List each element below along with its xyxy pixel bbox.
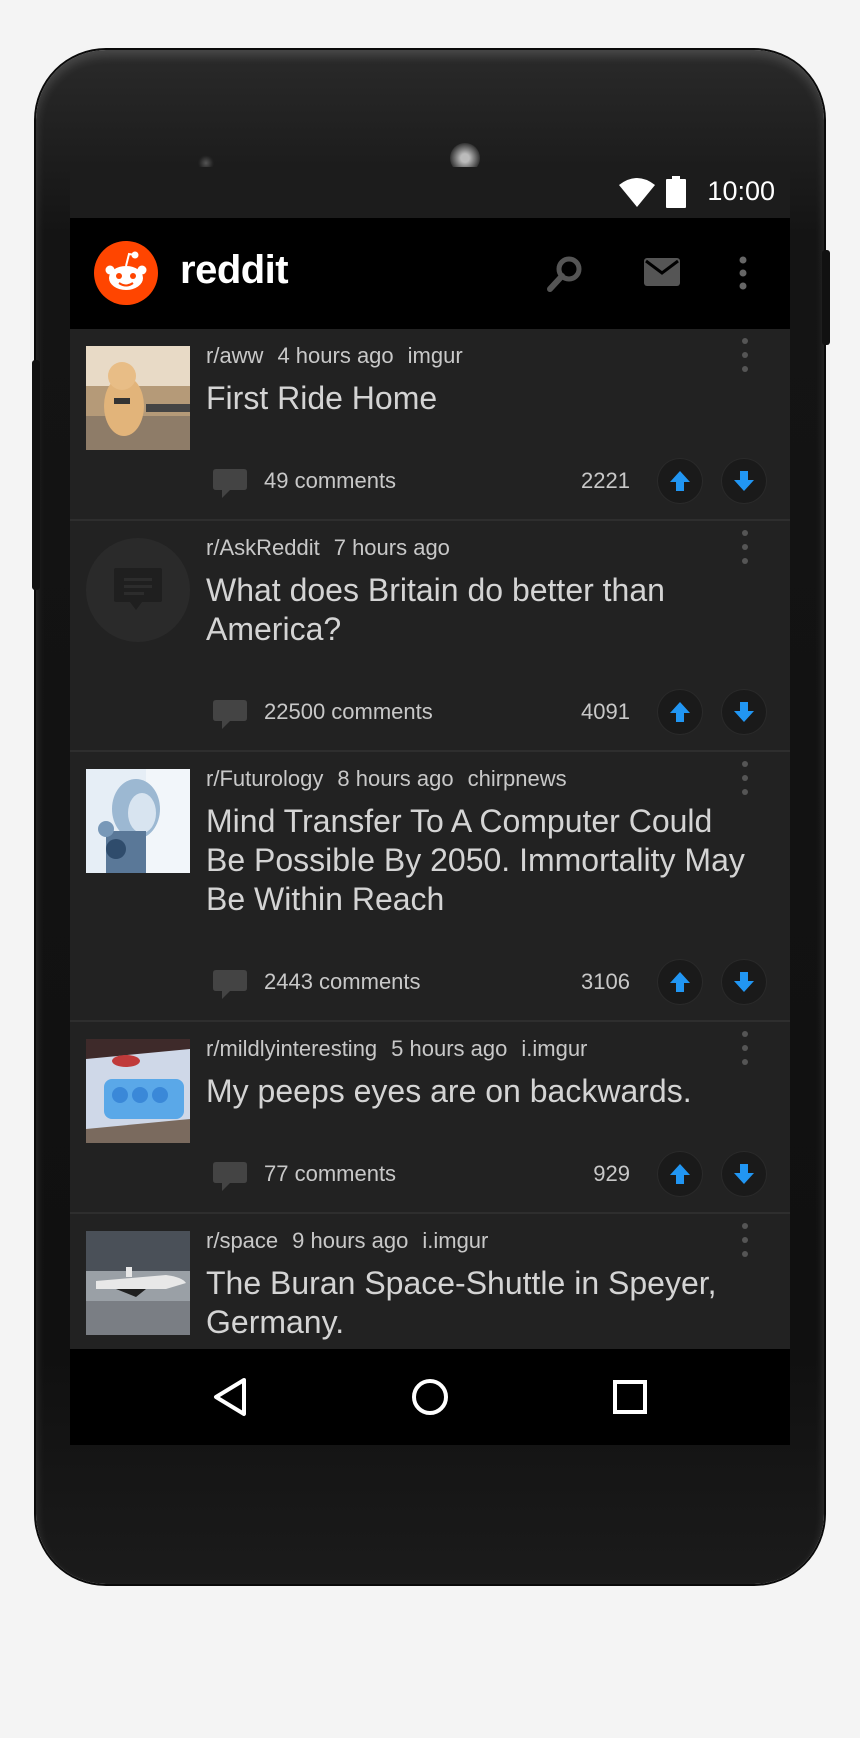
post-title[interactable]: Mind Transfer To A Computer Could Be Pos… (206, 802, 746, 919)
post-thumbnail[interactable] (86, 1231, 190, 1335)
post-actions: 2443 comments 3106 (206, 958, 766, 1006)
post-card[interactable]: r/Futurology 8 hours ago chirpnews Mind Tr… (70, 752, 790, 1022)
arrow-down-icon (734, 702, 754, 722)
post-actions: 22500 comments 4091 (206, 688, 766, 736)
post-subreddit[interactable]: r/space (206, 1228, 278, 1253)
post-card[interactable]: r/mildlyinteresting 5 hours ago i.imgur My… (70, 1022, 790, 1214)
post-meta: r/aww 4 hours ago imgur (206, 343, 477, 369)
post-meta: r/mildlyinteresting 5 hours ago i.imgur (206, 1036, 601, 1062)
post-more-icon[interactable] (740, 1222, 750, 1258)
battery-icon (666, 176, 686, 208)
post-title[interactable]: What does Britain do better than America… (206, 571, 746, 649)
post-domain: i.imgur (521, 1036, 588, 1061)
system-nav-bar (70, 1349, 790, 1445)
app-title: reddit (180, 248, 289, 292)
post-meta: r/AskReddit 7 hours ago (206, 535, 478, 561)
downvote-button[interactable] (722, 690, 766, 734)
post-meta: r/Futurology 8 hours ago chirpnews (206, 766, 581, 792)
post-more-icon[interactable] (740, 337, 750, 373)
post-score: 3106 (581, 969, 630, 994)
comments-count[interactable]: 22500 comments (264, 699, 433, 725)
downvote-button[interactable] (722, 459, 766, 503)
comment-icon[interactable] (212, 968, 248, 1000)
wifi-icon (619, 178, 655, 207)
post-actions: 49 comments 2221 (206, 457, 766, 505)
reddit-logo (94, 241, 158, 305)
arrow-up-icon (670, 471, 690, 491)
post-subreddit[interactable]: r/AskReddit (206, 535, 320, 560)
post-subreddit[interactable]: r/Futurology (206, 766, 323, 791)
post-score: 4091 (581, 699, 630, 724)
power-button (822, 250, 830, 345)
upvote-button[interactable] (658, 1152, 702, 1196)
post-age: 7 hours ago (333, 535, 450, 560)
post-more-icon[interactable] (740, 760, 750, 796)
recents-icon[interactable] (612, 1379, 648, 1415)
screen: 10:00 reddit r/aww 4 hours ago imgur Fir… (70, 167, 790, 1445)
post-subreddit[interactable]: r/aww (206, 343, 263, 368)
upvote-button[interactable] (658, 960, 702, 1004)
arrow-up-icon (670, 1164, 690, 1184)
comments-count[interactable]: 2443 comments (264, 969, 421, 995)
post-actions: 77 comments 929 (206, 1150, 766, 1198)
home-icon[interactable] (410, 1377, 450, 1417)
downvote-button[interactable] (722, 1152, 766, 1196)
post-feed[interactable]: r/aww 4 hours ago imgur First Ride Home 49… (70, 329, 790, 1406)
arrow-down-icon (734, 972, 754, 992)
downvote-button[interactable] (722, 960, 766, 1004)
search-icon[interactable] (545, 254, 585, 294)
post-domain: chirpnews (467, 766, 567, 791)
post-more-icon[interactable] (740, 1030, 750, 1066)
post-age: 4 hours ago (277, 343, 394, 368)
post-age: 8 hours ago (337, 766, 454, 791)
post-domain: imgur (407, 343, 463, 368)
post-title[interactable]: First Ride Home (206, 379, 746, 418)
overflow-menu-icon[interactable] (738, 256, 748, 290)
post-subreddit[interactable]: r/mildlyinteresting (206, 1036, 377, 1061)
status-time: 10:00 (707, 176, 775, 206)
post-title[interactable]: My peeps eyes are on backwards. (206, 1072, 746, 1111)
post-meta: r/space 9 hours ago i.imgur (206, 1228, 502, 1254)
upvote-button[interactable] (658, 690, 702, 734)
post-age: 9 hours ago (292, 1228, 409, 1253)
comment-icon[interactable] (212, 698, 248, 730)
comments-count[interactable]: 77 comments (264, 1161, 396, 1187)
app-bar: reddit (70, 218, 790, 329)
post-domain: i.imgur (422, 1228, 489, 1253)
text-post-thumbnail[interactable] (86, 538, 190, 642)
post-age: 5 hours ago (391, 1036, 508, 1061)
post-card[interactable]: r/aww 4 hours ago imgur First Ride Home 49… (70, 329, 790, 521)
back-icon[interactable] (212, 1377, 248, 1417)
arrow-down-icon (734, 471, 754, 491)
arrow-up-icon (670, 972, 690, 992)
post-thumbnail[interactable] (86, 769, 190, 873)
comments-count[interactable]: 49 comments (264, 468, 396, 494)
post-card[interactable]: r/AskReddit 7 hours ago What does Britain… (70, 521, 790, 752)
post-thumbnail[interactable] (86, 346, 190, 450)
arrow-down-icon (734, 1164, 754, 1184)
comment-icon[interactable] (212, 1160, 248, 1192)
post-title[interactable]: The Buran Space-Shuttle in Speyer, Germa… (206, 1264, 746, 1342)
volume-button (32, 360, 40, 590)
arrow-up-icon (670, 702, 690, 722)
post-score: 929 (593, 1161, 630, 1186)
comment-icon[interactable] (212, 467, 248, 499)
post-more-icon[interactable] (740, 529, 750, 565)
post-thumbnail[interactable] (86, 1039, 190, 1143)
upvote-button[interactable] (658, 459, 702, 503)
status-bar: 10:00 (70, 167, 790, 218)
text-post-icon (114, 568, 162, 610)
mail-icon[interactable] (644, 258, 680, 286)
post-score: 2221 (581, 468, 630, 493)
